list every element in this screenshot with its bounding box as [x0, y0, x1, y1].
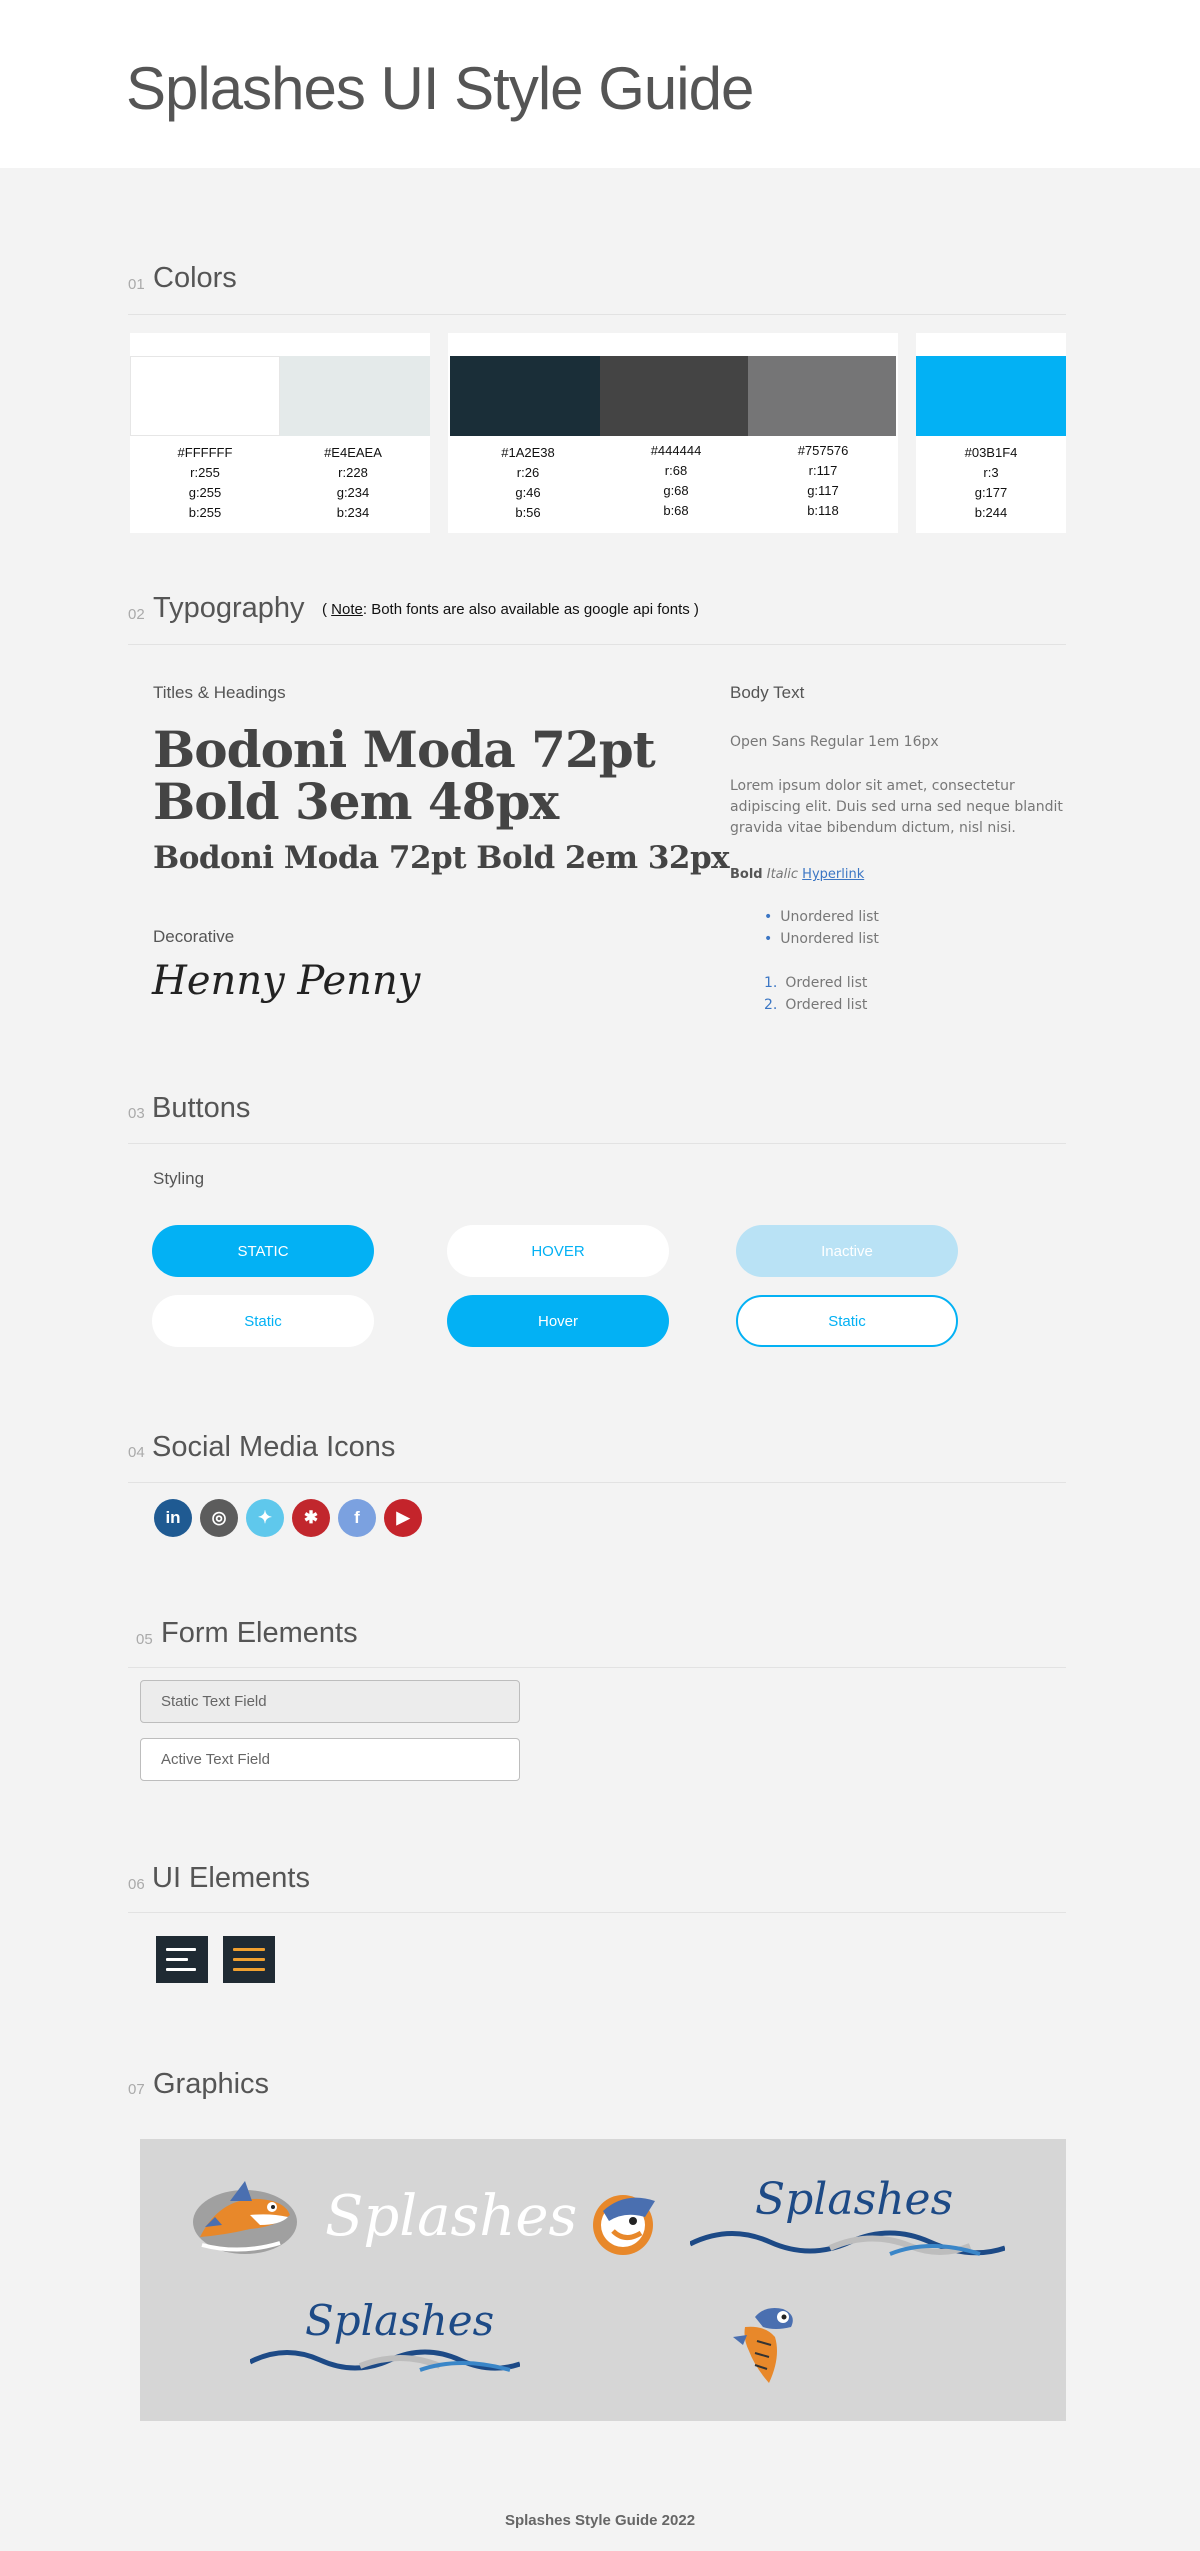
color-label: #FFFFFF r:255 g:255 b:255: [177, 445, 233, 520]
static-text-field[interactable]: Static Text Field: [140, 1680, 520, 1723]
color-swatch-ffffff: [130, 356, 280, 436]
section-title-typography: Typography: [153, 592, 305, 624]
decorative-label: Decorative: [153, 927, 235, 946]
color-label: #757576 r:117 g:117 b:118: [797, 443, 849, 518]
section-title-colors: Colors: [153, 262, 237, 294]
section-number-colors: 01: [128, 276, 145, 293]
body-text-label: Body Text: [730, 683, 805, 702]
color-swatch-757576: [748, 356, 896, 436]
active-text-field[interactable]: Active Text Field: [140, 1738, 520, 1781]
subheading-font-sample: Bodoni Moda 72pt Bold 2em 32px: [153, 840, 730, 876]
section-divider: [128, 644, 1066, 645]
section-number-social: 04: [128, 1444, 145, 1461]
titles-headings-label: Titles & Headings: [153, 683, 286, 702]
twitter-icon[interactable]: ✦: [246, 1499, 284, 1537]
section-number-buttons: 03: [128, 1105, 145, 1122]
static-outline-button[interactable]: Static: [736, 1295, 958, 1347]
inline-styles-sample: Bold Italic Hyperlink: [730, 867, 865, 882]
color-label: #E4EAEA r:228 g:234 b:234: [324, 445, 382, 520]
hover-button[interactable]: HOVER: [447, 1225, 669, 1277]
facebook-icon[interactable]: f: [338, 1499, 376, 1537]
decorative-font-sample: Henny Penny: [152, 958, 421, 1004]
splashes-wordmark-small: Splashes: [305, 2296, 495, 2345]
section-number-typography: 02: [128, 606, 145, 623]
typography-note: ( Note: Both fonts are also available as…: [322, 601, 699, 618]
list-item: 1. Ordered list: [764, 975, 868, 991]
section-title-ui: UI Elements: [152, 1862, 310, 1894]
section-number-forms: 05: [136, 1631, 153, 1648]
lorem-paragraph: Lorem ipsum dolor sit amet, consectetur …: [730, 778, 1063, 836]
wave-graphic-icon: [690, 2230, 1005, 2256]
hamburger-menu-active-icon[interactable]: [223, 1936, 275, 1983]
list-item: 2. Ordered list: [764, 997, 868, 1013]
hover-button-filled[interactable]: Hover: [447, 1295, 669, 1347]
graphics-panel: Splashes Splashes Splashes: [140, 2139, 1066, 2421]
wave-graphic-small-icon: [250, 2349, 520, 2372]
yelp-icon[interactable]: ✱: [292, 1499, 330, 1537]
shark-badge-icon: [593, 2195, 655, 2255]
styling-label: Styling: [153, 1169, 205, 1188]
youtube-icon[interactable]: ▶: [384, 1499, 422, 1537]
page-title: Splashes UI Style Guide: [126, 55, 754, 122]
section-title-forms: Form Elements: [161, 1617, 358, 1649]
color-label: #1A2E38 r:26 g:46 b:56: [501, 445, 555, 520]
splashes-wordmark-blue: Splashes: [755, 2174, 954, 2225]
color-swatch-444444: [600, 356, 748, 436]
list-item: • Unordered list: [764, 931, 879, 947]
inactive-button[interactable]: Inactive: [736, 1225, 958, 1277]
section-divider: [128, 314, 1066, 315]
color-label: #03B1F4 r:3 g:177 b:244: [964, 445, 1018, 520]
section-divider: [128, 1143, 1066, 1144]
section-title-buttons: Buttons: [152, 1092, 251, 1124]
hamburger-menu-icon[interactable]: [156, 1936, 208, 1983]
color-swatch-1a2e38: [450, 356, 600, 436]
color-card-lights: #FFFFFF r:255 g:255 b:255 #E4EAEA r:228 g:234…: [130, 333, 430, 533]
color-card-darks: #1A2E38 r:26 g:46 b:56 #444444 r:68 g:68 b:68 …: [448, 333, 898, 533]
heading-font-sample: Bodoni Moda 72pt Bold 3em 48px: [153, 720, 656, 831]
section-divider: [128, 1667, 1066, 1668]
linkedin-icon[interactable]: in: [154, 1499, 192, 1537]
shark-mascot-icon: [193, 2181, 297, 2254]
color-swatch-e4eaea: [280, 356, 430, 436]
list-item: • Unordered list: [764, 909, 879, 925]
splashes-wordmark-white: Splashes: [325, 2184, 578, 2249]
section-divider: [128, 1482, 1066, 1483]
color-label: #444444 r:68 g:68 b:68: [650, 443, 702, 518]
section-title-graphics: Graphics: [153, 2068, 270, 2100]
static-button[interactable]: STATIC: [152, 1225, 374, 1277]
section-number-graphics: 07: [128, 2081, 145, 2098]
shark-standing-icon: [733, 2308, 793, 2383]
color-card-accent: #03B1F4 r:3 g:177 b:244: [916, 333, 1066, 533]
body-font-spec: Open Sans Regular 1em 16px: [730, 734, 939, 750]
section-number-ui: 06: [128, 1876, 145, 1893]
static-button-light[interactable]: Static: [152, 1295, 374, 1347]
color-swatch-03b1f4: [916, 356, 1066, 436]
section-divider: [128, 1912, 1066, 1913]
section-title-social: Social Media Icons: [152, 1431, 396, 1463]
footer-text: Splashes Style Guide 2022: [504, 2512, 696, 2529]
page-header: Splashes UI Style Guide: [0, 0, 1200, 168]
instagram-icon[interactable]: ◎: [200, 1499, 238, 1537]
hyperlink-sample[interactable]: Hyperlink: [802, 867, 864, 882]
